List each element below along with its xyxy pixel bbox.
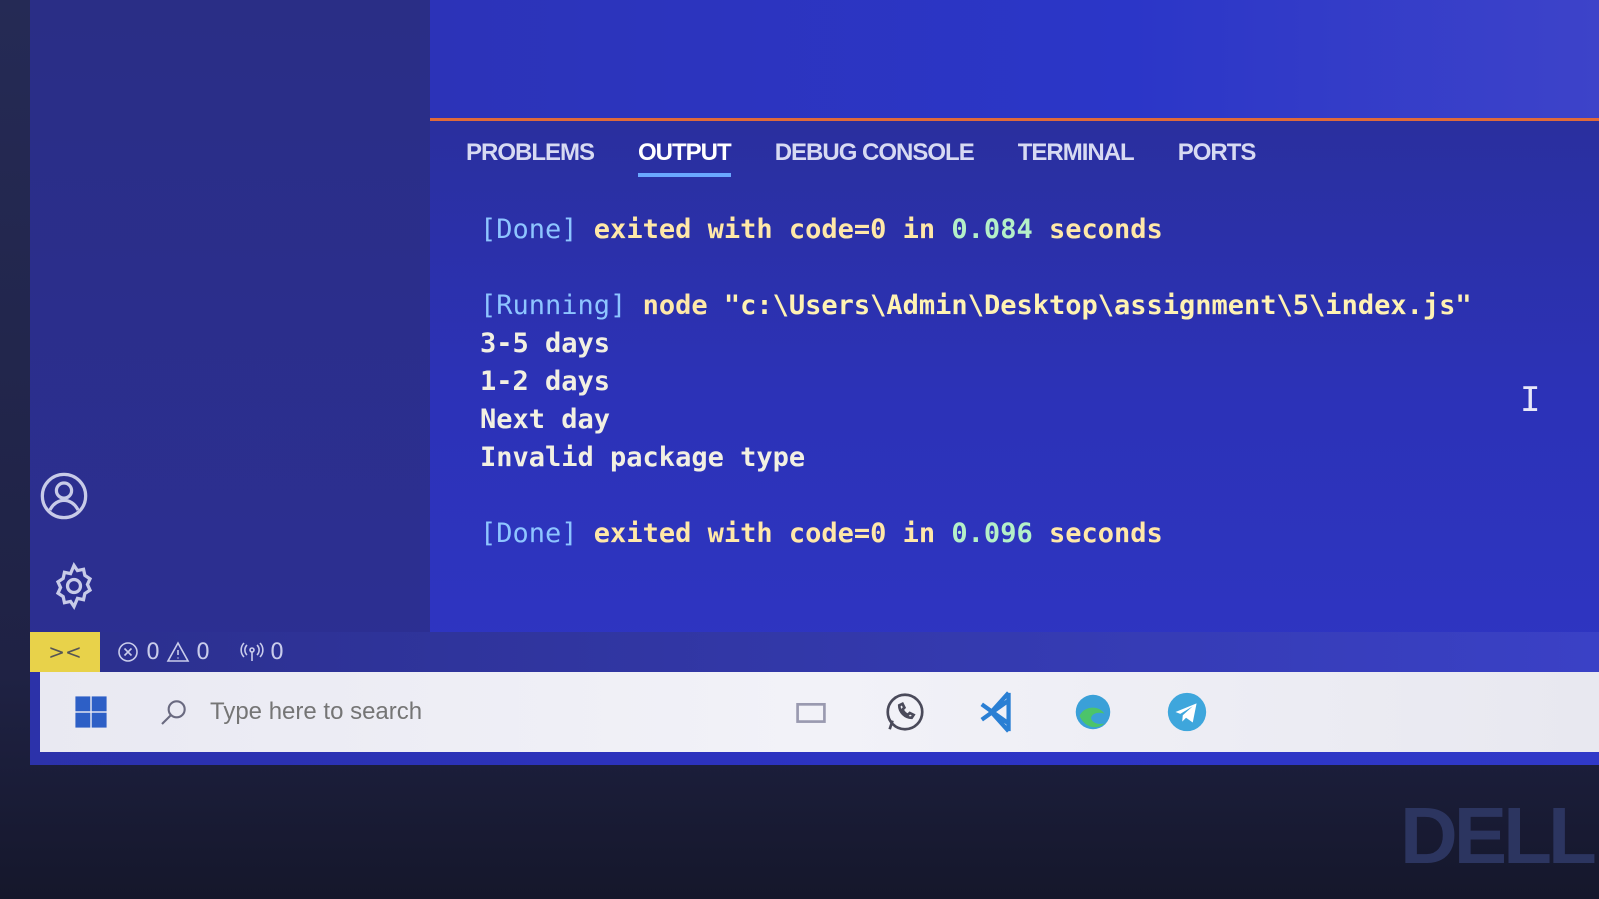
- whatsapp-icon[interactable]: [882, 689, 928, 735]
- ports-count: 0: [270, 639, 284, 665]
- bottom-panel: PROBLEMS OUTPUT DEBUG CONSOLE TERMINAL P…: [430, 118, 1599, 663]
- ports-status[interactable]: 0: [240, 640, 284, 665]
- tab-ports[interactable]: PORTS: [1178, 139, 1257, 177]
- telegram-icon[interactable]: [1164, 689, 1210, 735]
- warning-count: 0: [196, 639, 210, 665]
- output-log[interactable]: [Done] exited with code=0 in 0.084 secon…: [480, 211, 1580, 553]
- output-line: 1-2 days: [480, 366, 611, 397]
- task-view-icon[interactable]: [788, 689, 834, 735]
- output-line: 3-5 days: [480, 328, 611, 359]
- search-icon: [161, 700, 186, 725]
- windows-taskbar: [40, 672, 1599, 752]
- activity-bar: [30, 0, 430, 660]
- search-input[interactable]: [208, 697, 612, 727]
- tab-debug-console[interactable]: DEBUG CONSOLE: [775, 139, 975, 177]
- windows-start-icon[interactable]: [74, 695, 108, 729]
- output-line-done: [Done] exited with code=0 in 0.084 secon…: [480, 214, 1163, 245]
- dell-logo: DELL: [1400, 791, 1597, 880]
- broadcast-icon: [240, 642, 264, 661]
- taskbar-search[interactable]: [158, 696, 678, 728]
- panel-tabs: PROBLEMS OUTPUT DEBUG CONSOLE TERMINAL P…: [466, 139, 1257, 177]
- problems-status[interactable]: 0 0: [116, 640, 210, 665]
- tab-terminal[interactable]: TERMINAL: [1018, 139, 1135, 177]
- editor-area: [430, 0, 1599, 118]
- output-line-done: [Done] exited with code=0 in 0.096 secon…: [480, 518, 1163, 549]
- output-line: Next day: [480, 404, 611, 435]
- screen: PROBLEMS OUTPUT DEBUG CONSOLE TERMINAL P…: [30, 0, 1599, 765]
- vscode-icon[interactable]: [976, 689, 1022, 735]
- output-line-running: [Running] node "c:\Users\Admin\Desktop\a…: [480, 290, 1472, 321]
- remote-indicator-icon[interactable]: ><: [30, 632, 100, 672]
- warning-icon: [166, 641, 190, 662]
- status-bar: >< 0 0 0: [30, 632, 1599, 672]
- tab-output[interactable]: OUTPUT: [638, 139, 732, 177]
- output-line: Invalid package type: [480, 442, 806, 473]
- account-icon[interactable]: [38, 470, 90, 522]
- error-icon: [118, 642, 138, 662]
- edge-icon[interactable]: [1070, 689, 1116, 735]
- tab-problems[interactable]: PROBLEMS: [466, 139, 595, 177]
- error-count: 0: [146, 639, 160, 665]
- text-cursor-icon: I: [1520, 380, 1541, 420]
- gear-icon[interactable]: [48, 560, 100, 612]
